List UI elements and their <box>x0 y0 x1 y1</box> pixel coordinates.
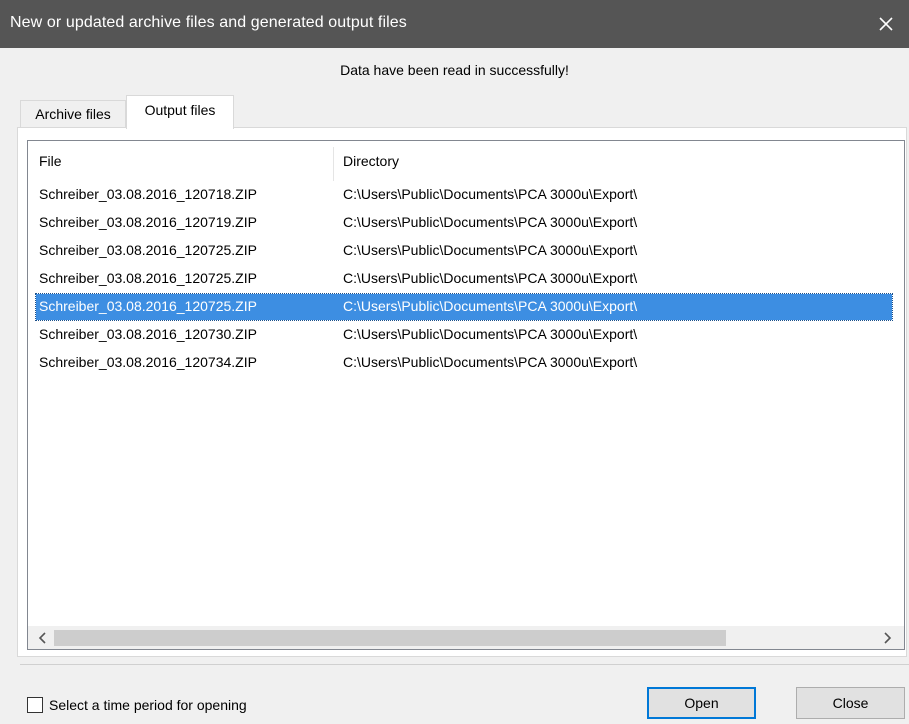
list-item[interactable]: Schreiber_03.08.2016_120719.ZIP C:\Users… <box>28 209 904 237</box>
file-name: Schreiber_03.08.2016_120730.ZIP <box>39 326 257 342</box>
directory-path: C:\Users\Public\Documents\PCA 3000u\Expo… <box>343 186 638 202</box>
window-close-button[interactable] <box>863 0 909 48</box>
directory-path: C:\Users\Public\Documents\PCA 3000u\Expo… <box>343 214 638 230</box>
file-name: Schreiber_03.08.2016_120734.ZIP <box>39 354 257 370</box>
list-item[interactable]: Schreiber_03.08.2016_120725.ZIP C:\Users… <box>28 237 904 265</box>
scrollbar-thumb[interactable] <box>54 630 726 646</box>
column-header-directory[interactable]: Directory <box>343 153 399 169</box>
list-rows: Schreiber_03.08.2016_120718.ZIP C:\Users… <box>28 181 904 377</box>
time-period-checkbox[interactable] <box>27 697 43 713</box>
file-name: Schreiber_03.08.2016_120725.ZIP <box>39 298 257 314</box>
list-header: File Directory <box>28 141 904 181</box>
list-item[interactable]: Schreiber_03.08.2016_120734.ZIP C:\Users… <box>28 349 904 377</box>
directory-path: C:\Users\Public\Documents\PCA 3000u\Expo… <box>343 270 638 286</box>
tab-output-files[interactable]: Output files <box>126 95 234 129</box>
directory-path: C:\Users\Public\Documents\PCA 3000u\Expo… <box>343 298 638 314</box>
file-name: Schreiber_03.08.2016_120725.ZIP <box>39 242 257 258</box>
tab-archive-files[interactable]: Archive files <box>20 100 126 128</box>
time-period-label[interactable]: Select a time period for opening <box>49 697 247 713</box>
status-message: Data have been read in successfully! <box>340 62 569 78</box>
list-item-selected[interactable]: Schreiber_03.08.2016_120725.ZIP C:\Users… <box>28 293 904 321</box>
directory-path: C:\Users\Public\Documents\PCA 3000u\Expo… <box>343 354 638 370</box>
file-name: Schreiber_03.08.2016_120718.ZIP <box>39 186 257 202</box>
open-button[interactable]: Open <box>647 687 756 719</box>
file-list[interactable]: File Directory Schreiber_03.08.2016_1207… <box>27 140 905 650</box>
file-name: Schreiber_03.08.2016_120725.ZIP <box>39 270 257 286</box>
horizontal-scrollbar[interactable] <box>28 626 904 649</box>
column-separator[interactable] <box>333 147 334 181</box>
file-name: Schreiber_03.08.2016_120719.ZIP <box>39 214 257 230</box>
window-title: New or updated archive files and generat… <box>10 14 407 31</box>
divider <box>20 664 909 665</box>
close-button[interactable]: Close <box>796 687 905 719</box>
directory-path: C:\Users\Public\Documents\PCA 3000u\Expo… <box>343 242 638 258</box>
column-header-file[interactable]: File <box>39 153 62 169</box>
scroll-right-icon[interactable] <box>880 630 894 646</box>
directory-path: C:\Users\Public\Documents\PCA 3000u\Expo… <box>343 326 638 342</box>
title-bar: New or updated archive files and generat… <box>0 0 909 48</box>
list-item[interactable]: Schreiber_03.08.2016_120718.ZIP C:\Users… <box>28 181 904 209</box>
list-item[interactable]: Schreiber_03.08.2016_120730.ZIP C:\Users… <box>28 321 904 349</box>
scroll-left-icon[interactable] <box>36 630 50 646</box>
close-icon <box>879 17 893 31</box>
list-item[interactable]: Schreiber_03.08.2016_120725.ZIP C:\Users… <box>28 265 904 293</box>
time-period-option[interactable]: Select a time period for opening <box>27 695 247 715</box>
